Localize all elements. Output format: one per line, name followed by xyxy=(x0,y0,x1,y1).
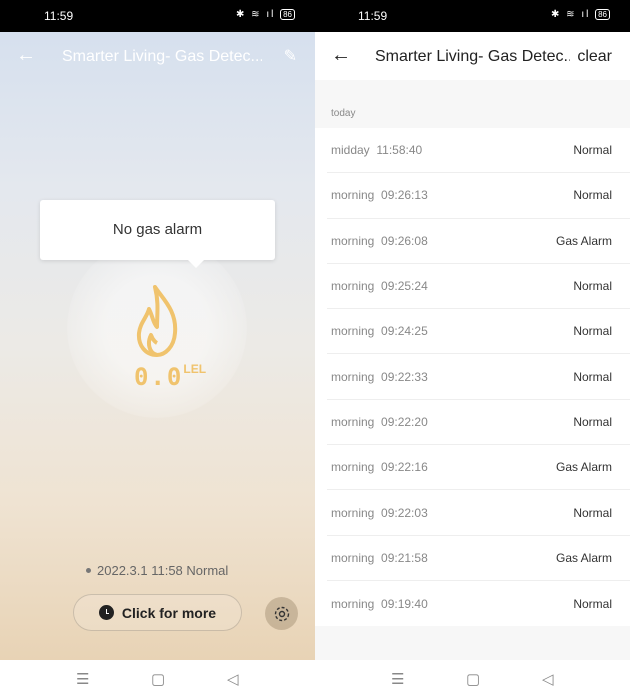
record-status: Normal xyxy=(573,596,612,611)
record-time: morning 09:22:03 xyxy=(331,505,428,520)
alarm-status-bubble: No gas alarm xyxy=(40,200,275,268)
menu-icon[interactable]: ☰ xyxy=(76,670,89,688)
record-status: Normal xyxy=(573,279,612,294)
record-row: morning 09:25:24 Normal xyxy=(327,264,630,310)
battery-icon: 86 xyxy=(280,9,295,20)
record-time: morning 09:25:24 xyxy=(331,279,428,294)
record-row: morning 09:22:03 Normal xyxy=(327,490,630,536)
history-panel: 11:59 ✱ ≋ ıl 86 ← Smarter Living- Gas De… xyxy=(315,0,630,700)
home-icon[interactable]: ▢ xyxy=(151,670,165,688)
page-title: Smarter Living- Gas Detec... xyxy=(62,48,262,65)
record-time: morning 09:22:20 xyxy=(331,414,428,429)
record-row: morning 09:22:20 Normal xyxy=(327,400,630,446)
record-status: Gas Alarm xyxy=(555,233,612,248)
back-nav-icon[interactable]: ◁ xyxy=(227,670,239,688)
section-label: today xyxy=(331,108,356,119)
status-bar: 11:59 ✱ ≋ ıl 86 xyxy=(315,0,630,32)
back-arrow-icon[interactable]: ← xyxy=(331,44,351,67)
record-time: morning 09:22:33 xyxy=(331,369,428,384)
record-row: midday 11:58:40 Normal xyxy=(327,128,630,174)
device-panel: 11:59 ✱ ≋ ıl 86 ← Smarter Living- Gas De… xyxy=(0,0,315,700)
record-time: morning 09:26:08 xyxy=(331,233,428,248)
clear-button[interactable]: clear xyxy=(577,48,612,66)
settings-button[interactable] xyxy=(265,597,298,630)
record-status: Normal xyxy=(573,188,612,203)
header: ← Smarter Living- Gas Detec... clear xyxy=(315,32,630,80)
record-status: Normal xyxy=(573,143,612,158)
record-time: morning 09:19:40 xyxy=(331,596,428,611)
record-row: morning 09:26:08 Gas Alarm xyxy=(327,219,630,264)
status-icons: ✱ ≋ ıl 86 xyxy=(236,9,295,20)
system-nav-bar: ☰ ▢ ◁ xyxy=(315,660,630,700)
edit-icon[interactable]: ✎ xyxy=(284,46,297,66)
record-row: morning 09:26:13 Normal xyxy=(327,173,630,219)
record-row: morning 09:24:25 Normal xyxy=(327,309,630,355)
menu-icon[interactable]: ☰ xyxy=(391,670,404,688)
record-time: midday 11:58:40 xyxy=(331,143,423,158)
system-nav-bar: ☰ ▢ ◁ xyxy=(0,660,315,700)
record-status: Gas Alarm xyxy=(555,460,612,475)
header: ← Smarter Living- Gas Detec... ✎ xyxy=(0,32,315,80)
page-title: Smarter Living- Gas Detec... xyxy=(375,48,570,65)
flame-icon xyxy=(136,285,178,357)
record-status: Normal xyxy=(573,414,612,429)
record-time: morning 09:26:13 xyxy=(331,188,428,203)
record-status: Normal xyxy=(573,369,612,384)
record-row: morning 09:19:40 Normal xyxy=(327,581,630,626)
record-time: morning 09:22:16 xyxy=(331,460,428,475)
record-time: morning 09:24:25 xyxy=(331,324,428,339)
home-icon[interactable]: ▢ xyxy=(466,670,480,688)
record-status: Gas Alarm xyxy=(555,550,612,565)
record-list: midday 11:58:40 Normal morning 09:26:13 Nor… xyxy=(315,128,630,627)
clock-icon xyxy=(98,605,114,620)
gas-reading: 0.0LEL xyxy=(134,362,207,391)
record-row: morning 09:22:16 Gas Alarm xyxy=(327,445,630,491)
record-time: morning 09:21:58 xyxy=(331,550,428,565)
status-icons: ✱ ≋ ıl 86 xyxy=(551,9,610,20)
last-record: 2022.3.1 11:58 Normal xyxy=(86,563,228,578)
battery-icon: 86 xyxy=(595,9,610,20)
record-row: morning 09:22:33 Normal xyxy=(327,354,630,400)
status-bar: 11:59 ✱ ≋ ıl 86 xyxy=(0,0,315,32)
back-nav-icon[interactable]: ◁ xyxy=(542,670,554,688)
record-status: Normal xyxy=(573,324,612,339)
record-row: morning 09:21:58 Gas Alarm xyxy=(327,536,630,581)
gear-icon xyxy=(274,606,289,621)
back-arrow-icon[interactable]: ← xyxy=(16,44,36,67)
click-for-more-button[interactable]: Click for more xyxy=(73,594,242,631)
record-status: Normal xyxy=(573,505,612,520)
